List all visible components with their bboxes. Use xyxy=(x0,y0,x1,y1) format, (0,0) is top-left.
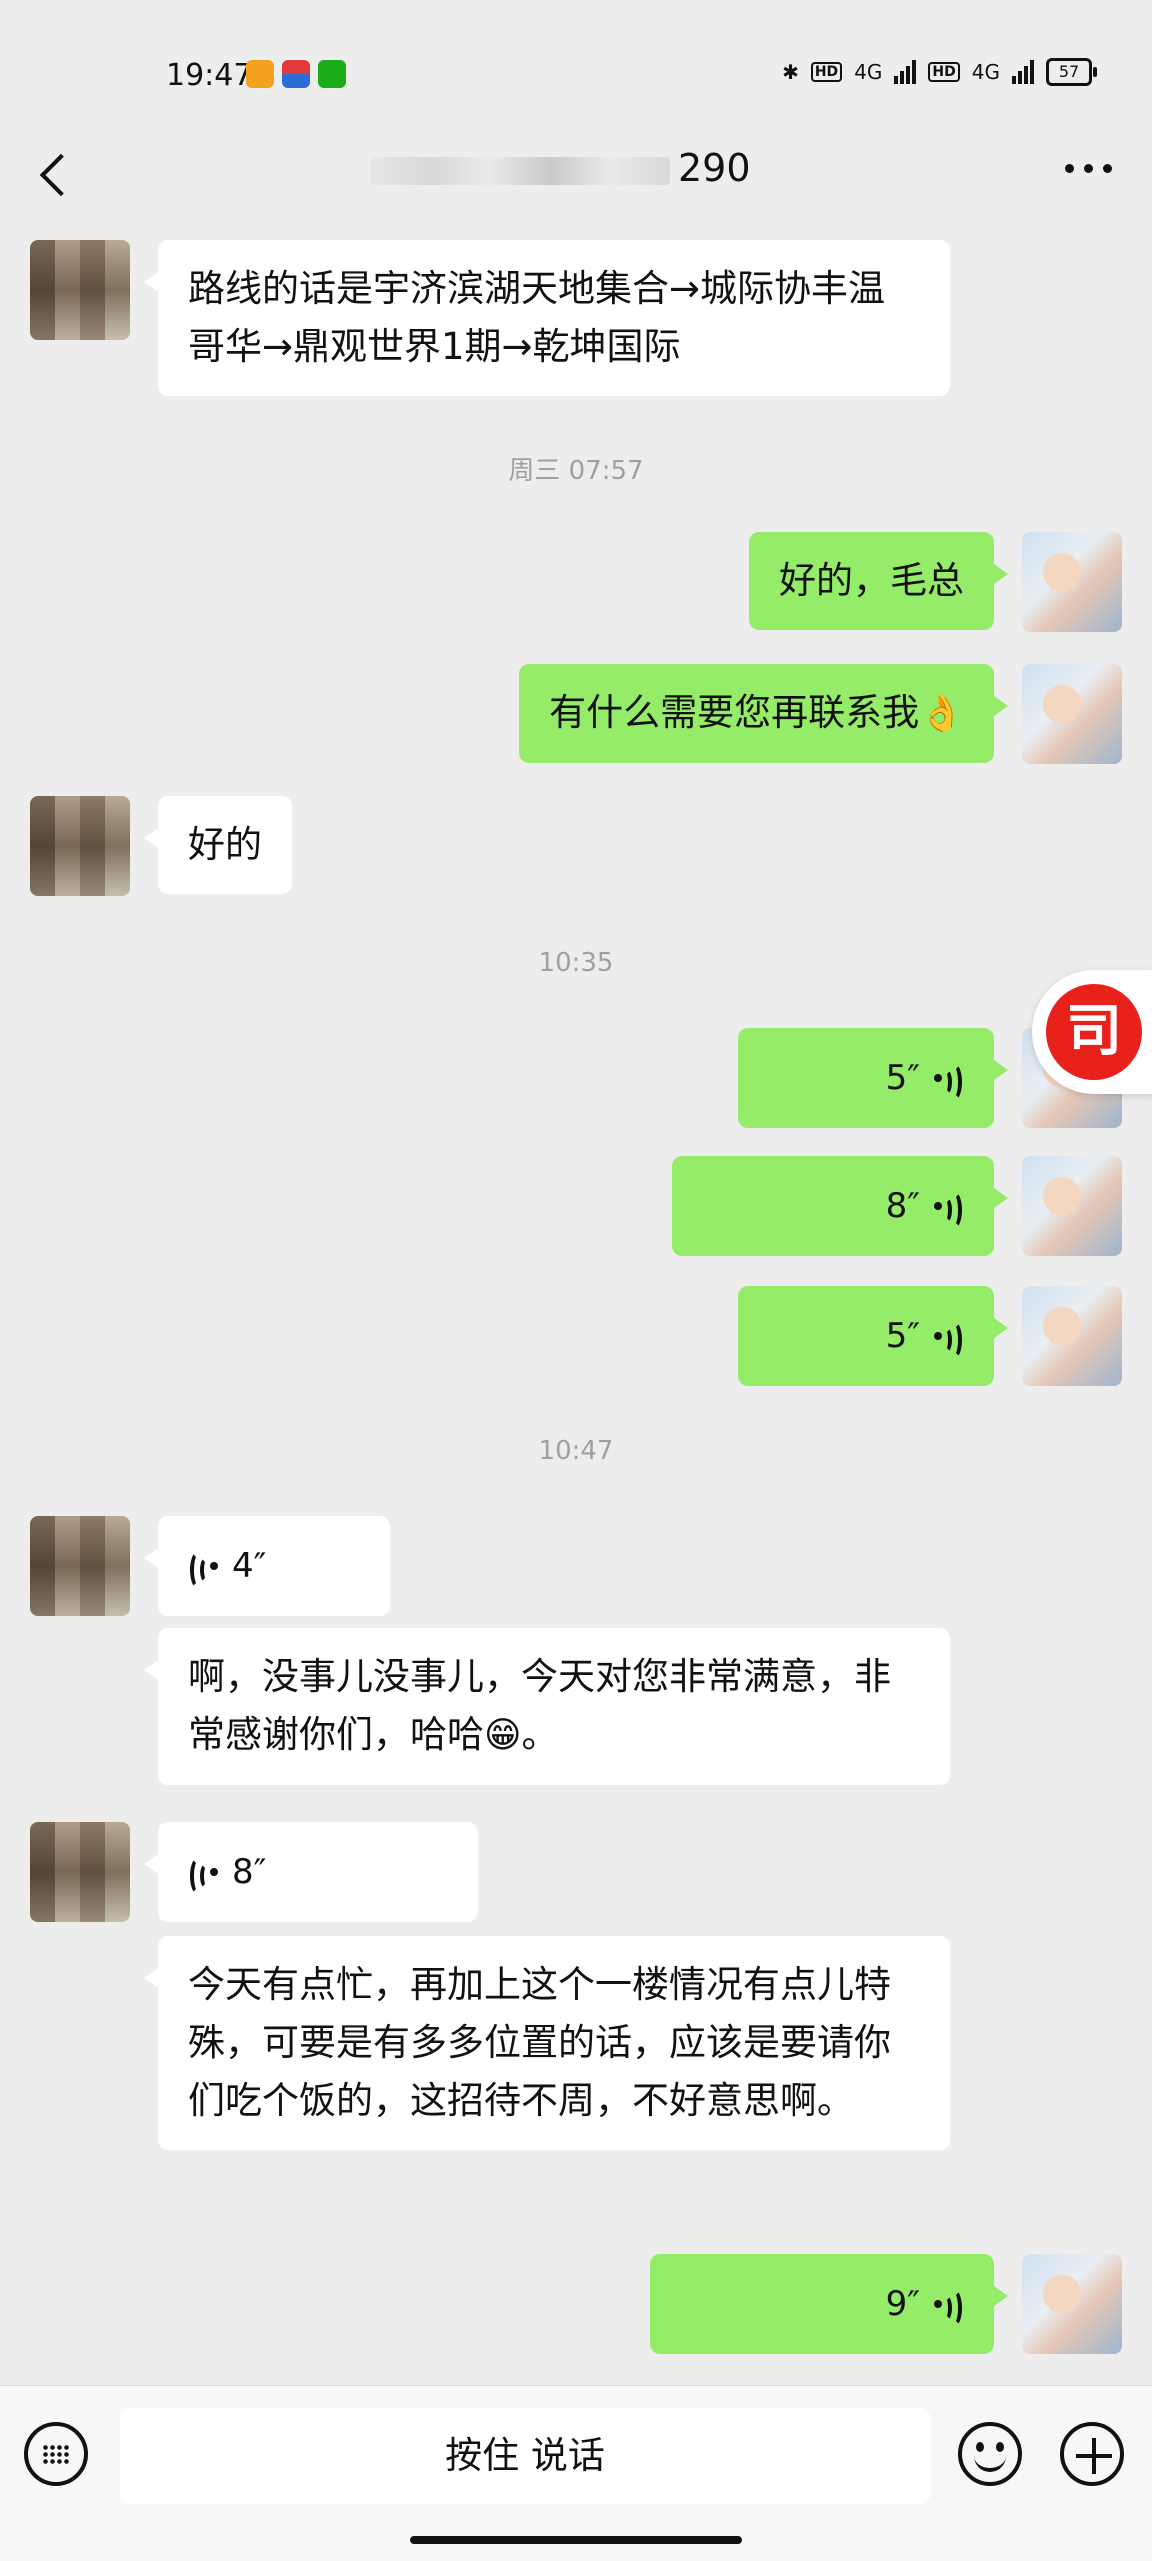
home-indicator[interactable] xyxy=(410,2536,742,2544)
contact-avatar[interactable] xyxy=(30,1516,130,1616)
chat-title: 290 xyxy=(370,146,751,190)
mail-app-icon xyxy=(246,60,274,88)
input-bar: 按住 说话 xyxy=(0,2385,1152,2561)
chat-title-suffix: 290 xyxy=(678,146,751,190)
emoji-icon[interactable] xyxy=(958,2422,1022,2486)
wechat-app-icon xyxy=(318,60,346,88)
network-label-2: 4G xyxy=(971,60,1000,84)
back-chevron-icon[interactable] xyxy=(34,146,74,196)
timestamp: 10:35 xyxy=(538,948,614,978)
message-bubble-sent[interactable]: 好的，毛总 xyxy=(749,532,1008,630)
floating-badge-icon: 司 xyxy=(1046,984,1142,1080)
hd-badge-2: HD xyxy=(928,62,960,82)
chat-header: 290 xyxy=(0,130,1152,210)
plus-icon[interactable] xyxy=(1060,2422,1124,2486)
voice-duration: 8″ xyxy=(232,1852,267,1892)
battery-icon: 57 xyxy=(1046,58,1097,86)
voice-duration: 4″ xyxy=(232,1546,267,1586)
user-avatar[interactable] xyxy=(1022,664,1122,764)
voice-duration: 5″ xyxy=(885,1058,920,1098)
message-text: 好的 xyxy=(188,823,262,866)
signal-icon xyxy=(894,60,917,84)
status-bar: 19:47 ✱ HD 4G HD 4G 57 xyxy=(0,0,1152,150)
map-app-icon xyxy=(282,60,310,88)
bluetooth-icon: ✱ xyxy=(782,60,799,84)
voice-wave-icon xyxy=(934,1061,964,1101)
grin-emoji: 😁 xyxy=(484,1715,522,1756)
voice-duration: 5″ xyxy=(885,1316,920,1356)
voice-wave-icon xyxy=(934,1319,964,1359)
voice-wave-icon xyxy=(188,1855,218,1895)
status-time: 19:47 xyxy=(166,58,253,93)
contact-avatar[interactable] xyxy=(30,796,130,896)
voice-message-sent[interactable]: 5″ xyxy=(738,1286,1008,1386)
voice-message-received[interactable]: 4″ xyxy=(144,1516,390,1616)
voice-wave-icon xyxy=(934,2287,964,2327)
user-avatar[interactable] xyxy=(1022,1286,1122,1386)
redacted-name xyxy=(370,156,670,185)
message-bubble-sent[interactable]: 有什么需要您再联系我👌 xyxy=(519,664,1008,763)
hold-to-talk-button[interactable]: 按住 说话 xyxy=(120,2408,930,2504)
user-avatar[interactable] xyxy=(1022,1156,1122,1256)
message-text: 好的，毛总 xyxy=(779,559,964,602)
timestamp: 10:47 xyxy=(538,1436,614,1466)
message-text-suffix: 。 xyxy=(521,1713,559,1756)
voice-wave-icon xyxy=(188,1549,218,1589)
voice-duration: 8″ xyxy=(885,1186,920,1226)
voice-wave-icon xyxy=(934,1189,964,1229)
user-avatar[interactable] xyxy=(1022,2254,1122,2354)
user-avatar[interactable] xyxy=(1022,532,1122,632)
floating-assistant-button[interactable]: 司 xyxy=(1032,970,1152,1094)
voice-message-sent[interactable]: 9″ xyxy=(650,2254,1008,2354)
contact-avatar[interactable] xyxy=(30,240,130,340)
message-bubble-received[interactable]: 好的 xyxy=(144,796,292,894)
voice-message-received[interactable]: 8″ xyxy=(144,1822,478,1922)
message-text: 今天有点忙，再加上这个一楼情况有点儿特殊，可要是有多多位置的话，应该是要请你们吃… xyxy=(188,1963,891,2122)
voice-duration: 9″ xyxy=(885,2284,920,2324)
message-bubble-received[interactable]: 路线的话是宇济滨湖天地集合→城际协丰温哥华→鼎观世界1期→乾坤国际 xyxy=(144,240,950,396)
voice-message-sent[interactable]: 5″ xyxy=(738,1028,1008,1128)
keyboard-icon[interactable] xyxy=(24,2422,88,2486)
timestamp: 周三 07:57 xyxy=(508,456,644,486)
message-text: 路线的话是宇济滨湖天地集合→城际协丰温哥华→鼎观世界1期→乾坤国际 xyxy=(188,267,886,368)
hd-badge-1: HD xyxy=(810,62,843,82)
message-bubble-received[interactable]: 今天有点忙，再加上这个一楼情况有点儿特殊，可要是有多多位置的话，应该是要请你们吃… xyxy=(144,1936,950,2150)
more-options-icon[interactable] xyxy=(1065,164,1112,173)
voice-message-sent[interactable]: 8″ xyxy=(672,1156,1008,1256)
network-label-1: 4G xyxy=(854,60,883,84)
message-bubble-received[interactable]: 啊，没事儿没事儿，今天对您非常满意，非常感谢你们，哈哈😁。 xyxy=(144,1628,950,1785)
signal-icon xyxy=(1012,60,1034,84)
contact-avatar[interactable] xyxy=(30,1822,130,1922)
ok-hand-emoji: 👌 xyxy=(919,693,964,734)
message-text: 有什么需要您再联系我 xyxy=(549,691,920,734)
